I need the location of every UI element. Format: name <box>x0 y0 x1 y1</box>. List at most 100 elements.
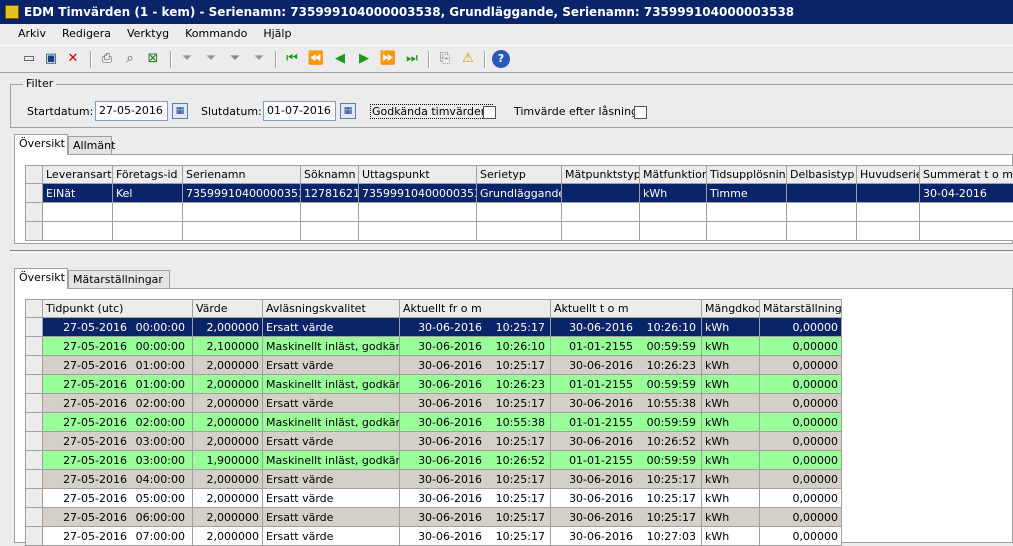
column-header[interactable]: Aktuellt fr o m <box>400 300 551 318</box>
table-cell[interactable] <box>920 222 1013 241</box>
quality-cell[interactable]: Ersatt värde <box>263 470 400 489</box>
unit-cell[interactable]: kWh <box>702 508 760 527</box>
meter-cell[interactable]: 0,00000 <box>760 337 842 356</box>
remove-filter-icon[interactable]: ⏷ <box>250 50 268 68</box>
unit-cell[interactable]: kWh <box>702 375 760 394</box>
table-row[interactable]: 27-05-201604:00:002,000000Ersatt värde30… <box>26 470 842 489</box>
menu-verktyg[interactable]: Verktyg <box>119 24 177 44</box>
calendar-icon[interactable]: ▦ <box>172 103 188 119</box>
valid-to-cell[interactable]: 30-06-201610:55:38 <box>551 394 702 413</box>
row-selector[interactable] <box>26 508 43 527</box>
meter-cell[interactable]: 0,00000 <box>760 318 842 337</box>
value-cell[interactable]: 2,000000 <box>193 489 263 508</box>
table-row[interactable]: 27-05-201605:00:002,000000Ersatt värde30… <box>26 489 842 508</box>
table-cell[interactable]: kWh <box>640 184 707 203</box>
value-cell[interactable]: 1,900000 <box>193 451 263 470</box>
timestamp-cell[interactable]: 27-05-201600:00:00 <box>43 337 193 356</box>
save-icon[interactable]: ▣ <box>42 50 60 68</box>
attachments-icon[interactable]: ⎘ <box>436 50 454 68</box>
table-cell[interactable] <box>183 203 301 222</box>
meter-cell[interactable]: 0,00000 <box>760 489 842 508</box>
quality-cell[interactable]: Ersatt värde <box>263 432 400 451</box>
tab-matarstallningar[interactable]: Mätarställningar <box>68 270 170 288</box>
quality-cell[interactable]: Maskinellt inläst, godkänt <box>263 375 400 394</box>
column-header[interactable]: Mätpunktstyp <box>562 166 640 184</box>
value-cell[interactable]: 2,000000 <box>193 356 263 375</box>
column-header[interactable]: Värde <box>193 300 263 318</box>
tab-allmant[interactable]: Allmänt <box>68 136 112 154</box>
window-title-bar[interactable]: EDM Timvärden (1 - kem) - Serienamn: 735… <box>0 0 1013 24</box>
row-selector[interactable] <box>26 356 43 375</box>
table-row[interactable]: 27-05-201601:00:002,000000Maskinellt inl… <box>26 375 842 394</box>
table-cell[interactable]: 30-04-2016 <box>920 184 1013 203</box>
valid-to-cell[interactable]: 30-06-201610:25:17 <box>551 470 702 489</box>
row-selector[interactable] <box>26 375 43 394</box>
panel-splitter[interactable] <box>10 250 1013 253</box>
valid-from-cell[interactable]: 30-06-201610:25:17 <box>400 489 551 508</box>
row-selector[interactable] <box>26 432 43 451</box>
menu-arkiv[interactable]: Arkiv <box>0 24 54 44</box>
quality-cell[interactable]: Maskinellt inläst, godkänt <box>263 451 400 470</box>
table-cell[interactable] <box>787 222 857 241</box>
valid-to-cell[interactable]: 30-06-201610:26:10 <box>551 318 702 337</box>
meter-cell[interactable]: 0,00000 <box>760 451 842 470</box>
meter-cell[interactable]: 0,00000 <box>760 413 842 432</box>
table-cell[interactable]: 735999104000003538 <box>183 184 301 203</box>
row-selector[interactable] <box>26 337 43 356</box>
timestamp-cell[interactable]: 27-05-201601:00:00 <box>43 356 193 375</box>
meter-cell[interactable]: 0,00000 <box>760 432 842 451</box>
quality-cell[interactable]: Ersatt värde <box>263 394 400 413</box>
quality-cell[interactable]: Ersatt värde <box>263 508 400 527</box>
table-row[interactable] <box>26 203 1013 222</box>
next-record-icon[interactable]: ▶ <box>355 50 373 68</box>
column-header[interactable]: Mätfunktion <box>640 166 707 184</box>
row-selector[interactable] <box>26 489 43 508</box>
valid-from-cell[interactable]: 30-06-201610:25:17 <box>400 432 551 451</box>
table-row[interactable]: ElNät Kel 735999104000003538 12781621 73… <box>26 184 1013 203</box>
unit-cell[interactable]: kWh <box>702 337 760 356</box>
column-header[interactable]: Företags-id <box>113 166 183 184</box>
column-header[interactable]: Tidsupplösning <box>707 166 787 184</box>
table-cell[interactable]: Timme <box>707 184 787 203</box>
row-selector[interactable] <box>26 394 43 413</box>
unit-cell[interactable]: kWh <box>702 432 760 451</box>
menu-hjalp[interactable]: Hjälp <box>255 24 299 44</box>
valid-from-cell[interactable]: 30-06-201610:26:10 <box>400 337 551 356</box>
timestamp-cell[interactable]: 27-05-201605:00:00 <box>43 489 193 508</box>
print-preview-icon[interactable]: ⌕ <box>121 50 139 68</box>
column-header[interactable]: Serienamn <box>183 166 301 184</box>
table-cell[interactable]: ElNät <box>43 184 113 203</box>
table-row[interactable]: 27-05-201600:00:002,000000Ersatt värde30… <box>26 318 842 337</box>
table-cell[interactable] <box>707 203 787 222</box>
previous-page-icon[interactable]: ⏪ <box>307 50 325 68</box>
column-header[interactable]: Leveransart <box>43 166 113 184</box>
table-cell[interactable] <box>857 203 920 222</box>
valid-to-cell[interactable]: 30-06-201610:26:52 <box>551 432 702 451</box>
timestamp-cell[interactable]: 27-05-201602:00:00 <box>43 394 193 413</box>
tab-oversikt[interactable]: Översikt <box>14 134 68 155</box>
quality-cell[interactable]: Maskinellt inläst, godkänt <box>263 413 400 432</box>
table-cell[interactable]: 12781621 <box>301 184 359 203</box>
first-record-icon[interactable]: ⏮ <box>283 50 301 68</box>
menu-kommando[interactable]: Kommando <box>177 24 255 44</box>
column-header[interactable]: Söknamn <box>301 166 359 184</box>
unit-cell[interactable]: kWh <box>702 394 760 413</box>
table-cell[interactable] <box>562 222 640 241</box>
unit-cell[interactable]: kWh <box>702 470 760 489</box>
value-cell[interactable]: 2,000000 <box>193 318 263 337</box>
table-row[interactable]: 27-05-201601:00:002,000000Ersatt värde30… <box>26 356 842 375</box>
valid-from-cell[interactable]: 30-06-201610:26:23 <box>400 375 551 394</box>
table-cell[interactable] <box>562 203 640 222</box>
table-cell[interactable] <box>113 203 183 222</box>
row-selector[interactable] <box>26 184 43 203</box>
valid-from-cell[interactable]: 30-06-201610:25:17 <box>400 508 551 527</box>
table-cell[interactable] <box>787 203 857 222</box>
help-icon[interactable]: ? <box>492 50 510 68</box>
table-cell[interactable] <box>477 203 562 222</box>
row-selector[interactable] <box>26 451 43 470</box>
valid-to-cell[interactable]: 01-01-215500:59:59 <box>551 451 702 470</box>
unit-cell[interactable]: kWh <box>702 489 760 508</box>
timestamp-cell[interactable]: 27-05-201603:00:00 <box>43 451 193 470</box>
column-header[interactable]: Tidpunkt (utc) <box>43 300 193 318</box>
valid-to-cell[interactable]: 01-01-215500:59:59 <box>551 375 702 394</box>
